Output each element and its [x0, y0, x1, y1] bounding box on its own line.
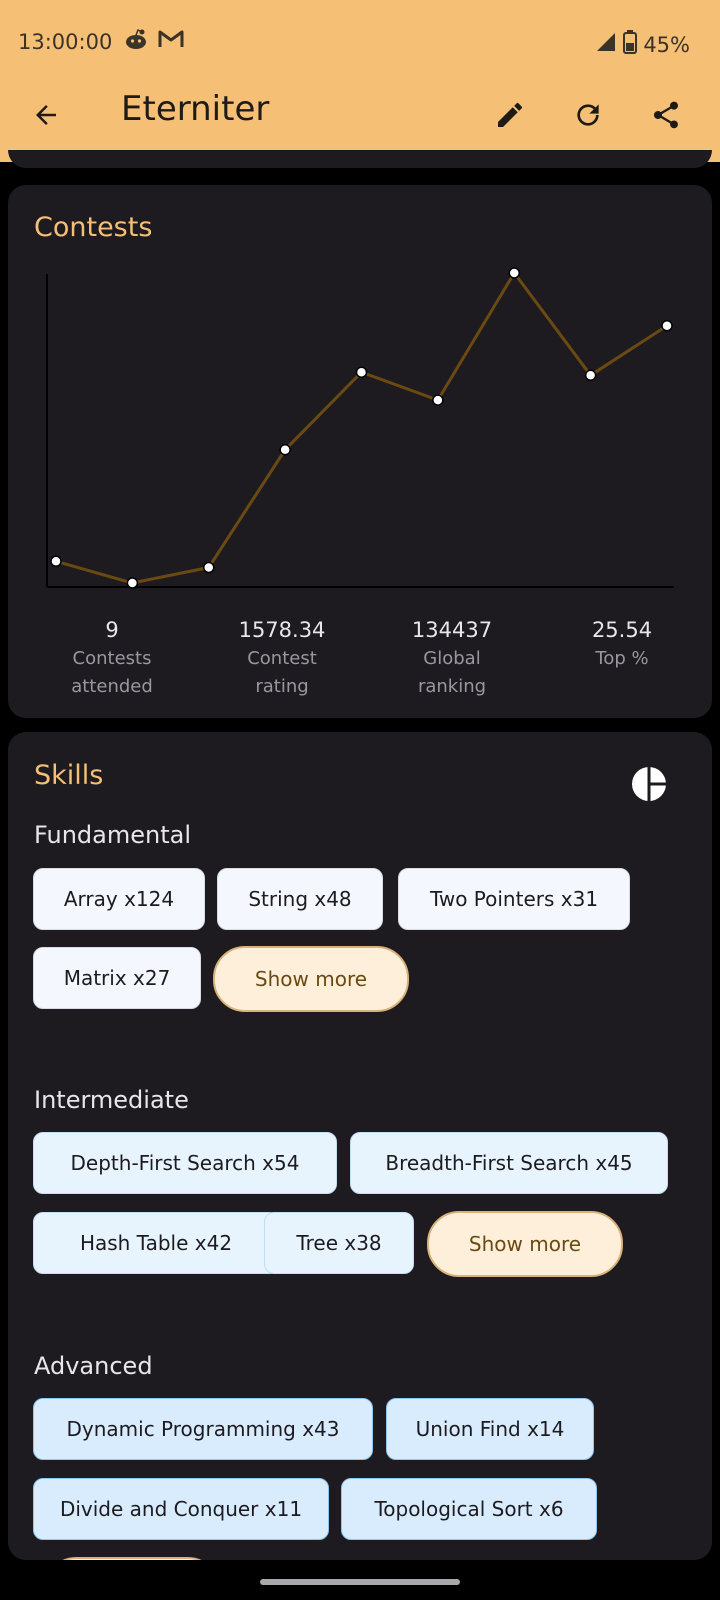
arrow-left-icon	[36, 105, 56, 125]
stat-label: Contest rating	[247, 648, 317, 697]
group-title-fundamental: Fundamental	[34, 821, 191, 849]
chart-point-3[interactable]	[203, 561, 215, 574]
stat-contests-attended: 9 Contests attended	[32, 615, 192, 701]
chart-point-9[interactable]	[661, 319, 673, 332]
edit-button[interactable]	[486, 91, 534, 139]
stat-value: 9	[105, 618, 119, 642]
show-more-intermediate-button[interactable]: Show more	[427, 1211, 623, 1277]
contests-card: Contests 9 Contests attended 1578.34 Con…	[8, 185, 712, 718]
skills-card: Skills Fundamental Array x124 String x48…	[8, 732, 712, 1560]
rating-points	[50, 267, 673, 589]
stat-label: Top %	[595, 648, 649, 669]
status-right: 45%	[595, 30, 690, 59]
stat-label: Contests attended	[71, 648, 153, 697]
chart-point-2[interactable]	[126, 577, 139, 589]
skill-chip[interactable]: String x48	[217, 868, 383, 930]
back-button[interactable]	[22, 91, 70, 139]
stat-top-percent: 25.54 Top %	[542, 615, 702, 673]
skill-chip[interactable]: Two Pointers x31	[398, 868, 630, 930]
page-title: Eterniter	[121, 89, 270, 129]
rating-line	[55, 270, 668, 585]
skill-chip[interactable]: Topological Sort x6	[341, 1478, 597, 1540]
stat-label: Global ranking	[417, 648, 487, 697]
skill-chip[interactable]: Tree x38	[264, 1212, 414, 1274]
chart-point-1[interactable]	[50, 555, 62, 568]
skill-chip[interactable]: Breadth-First Search x45	[350, 1132, 668, 1194]
skill-chip[interactable]: Hash Table x42	[33, 1212, 279, 1274]
skill-chip[interactable]: Divide and Conquer x11	[33, 1478, 329, 1540]
pencil-icon	[498, 102, 523, 127]
chart-point-7[interactable]	[508, 267, 520, 279]
skill-chip[interactable]: Matrix x27	[33, 947, 201, 1009]
chart-point-5[interactable]	[355, 366, 368, 378]
gesture-handle[interactable]	[260, 1579, 460, 1585]
signal-icon	[595, 31, 617, 58]
skill-chip[interactable]: Array x124	[33, 868, 205, 930]
stat-global-ranking: 134437 Global ranking	[372, 615, 532, 701]
reddit-icon	[124, 28, 148, 54]
pie-chart-button[interactable]	[625, 760, 673, 808]
gmail-icon	[158, 29, 184, 53]
refresh-button[interactable]	[564, 91, 612, 139]
stat-value: 1578.34	[238, 618, 326, 642]
status-time: 13:00:00	[18, 30, 113, 54]
stat-contest-rating: 1578.34 Contest rating	[202, 615, 362, 701]
show-more-fundamental-button[interactable]: Show more	[213, 946, 409, 1012]
skill-chip[interactable]: Dynamic Programming x43	[33, 1398, 373, 1460]
group-title-intermediate: Intermediate	[34, 1086, 189, 1114]
app-bar: 13:00:00 45% Eterniter	[0, 0, 720, 162]
share-icon	[653, 101, 678, 129]
notification-icons	[124, 28, 184, 54]
stat-value: 134437	[411, 618, 493, 642]
skill-chip[interactable]: Union Find x14	[386, 1398, 594, 1460]
contest-rating-chart	[46, 267, 674, 589]
refresh-icon	[577, 104, 599, 126]
share-button[interactable]	[642, 91, 690, 139]
skill-chip[interactable]: Depth-First Search x54	[33, 1132, 337, 1194]
previous-card-edge	[8, 150, 712, 168]
group-title-advanced: Advanced	[34, 1352, 153, 1380]
stat-value: 25.54	[591, 618, 653, 642]
chart-point-4[interactable]	[279, 443, 291, 456]
skills-title: Skills	[34, 760, 104, 791]
pie-chart-icon	[632, 767, 666, 801]
chart-point-6[interactable]	[432, 394, 444, 406]
battery-level: 45%	[643, 32, 690, 57]
battery-icon	[623, 30, 638, 59]
chart-point-8[interactable]	[584, 369, 597, 382]
